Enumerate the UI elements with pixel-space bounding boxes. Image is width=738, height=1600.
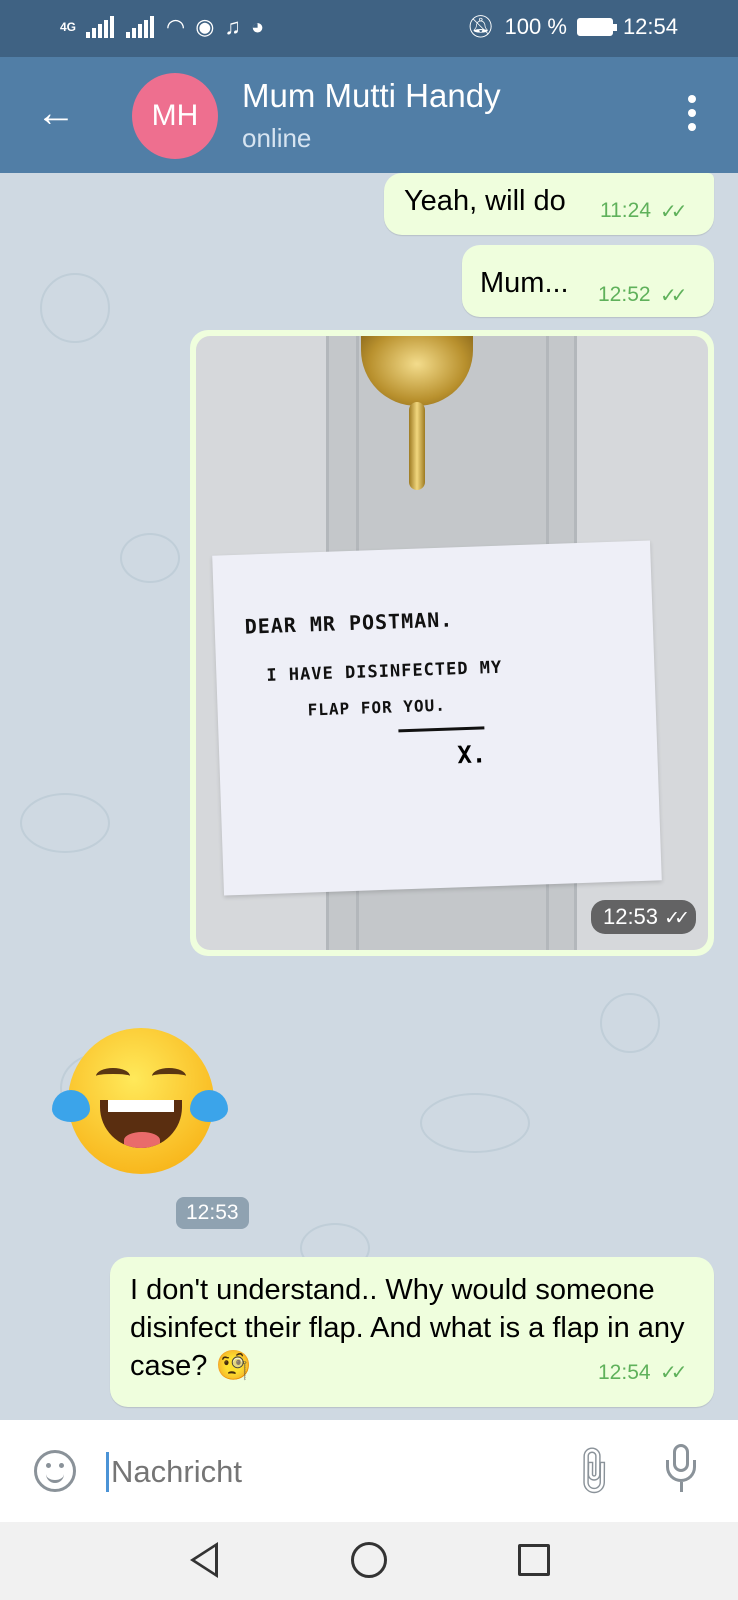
background-doodle xyxy=(600,993,660,1053)
clock: 12:54 xyxy=(622,14,678,39)
message-bubble[interactable]: I don't understand.. Why would someone d… xyxy=(110,1257,714,1407)
photo[interactable]: DEAR MR POSTMAN. I HAVE DISINFECTED MY F… xyxy=(196,336,708,950)
message-time: 11:24 xyxy=(600,199,651,222)
avatar[interactable]: MH xyxy=(132,73,218,159)
background-doodle xyxy=(420,1093,530,1153)
message-time: 12:53 xyxy=(602,904,659,929)
contact-status: online xyxy=(242,123,312,153)
note-underline xyxy=(398,726,485,733)
network-type: 4G xyxy=(60,20,77,34)
photo-message[interactable]: DEAR MR POSTMAN. I HAVE DISINFECTED MY F… xyxy=(190,330,714,956)
nav-home-icon[interactable] xyxy=(351,1542,387,1578)
message-bubble[interactable]: Yeah, will do 11:24 ✓✓ xyxy=(384,173,714,235)
nav-recents-icon[interactable] xyxy=(518,1544,550,1576)
photo-time-badge: 12:53 ✓✓ xyxy=(590,900,696,934)
note-line: FLAP FOR YOU. xyxy=(307,695,447,720)
more-vertical-icon[interactable] xyxy=(688,95,696,137)
emoji-mouth xyxy=(100,1100,182,1148)
message-text: Yeah, will do xyxy=(404,185,566,217)
background-doodle xyxy=(120,533,180,583)
headset-icon: ◠ xyxy=(166,14,186,39)
face-with-tears-of-joy-icon[interactable] xyxy=(52,1028,228,1178)
signal-icon-2 xyxy=(126,16,156,38)
system-navigation-bar xyxy=(0,1522,738,1600)
eye-icon: ◉ xyxy=(195,14,215,39)
message-list[interactable]: Yeah, will do 11:24 ✓✓ Mum... 12:52 ✓✓ D… xyxy=(0,173,738,1420)
composer: 📎︎ xyxy=(0,1420,738,1522)
knocker-handle xyxy=(409,402,425,490)
emoji-tear xyxy=(52,1090,90,1122)
status-bar: 4G ◠ ◉ ♫ ◕ 🔕︎ 100 % 12:54 xyxy=(0,0,738,57)
read-ticks-icon: ✓✓ xyxy=(660,1362,687,1384)
message-bubble[interactable]: Mum... 12:52 ✓✓ xyxy=(462,245,714,317)
mic-icon[interactable] xyxy=(666,1444,696,1492)
message-input[interactable] xyxy=(106,1452,546,1492)
signal-icon xyxy=(86,16,116,38)
nav-back-icon[interactable] xyxy=(190,1542,218,1578)
message-time: 12:52 xyxy=(598,283,651,306)
background-doodle xyxy=(40,273,110,343)
emoji-icon[interactable] xyxy=(34,1450,76,1492)
emoji-eye xyxy=(152,1068,186,1084)
emoji-eye xyxy=(96,1068,130,1084)
contact-name[interactable]: Mum Mutti Handy xyxy=(242,77,501,115)
attach-icon[interactable]: 📎︎ xyxy=(562,1440,624,1502)
read-ticks-icon: ✓✓ xyxy=(660,285,687,307)
read-ticks-icon: ✓✓ xyxy=(660,201,687,223)
message-text: Mum... xyxy=(480,267,569,299)
mute-icon: 🔕︎ xyxy=(466,14,495,39)
emoji-tear xyxy=(190,1090,228,1122)
read-ticks-icon: ✓✓ xyxy=(664,908,690,929)
chat-header: ← MH Mum Mutti Handy online xyxy=(0,57,738,173)
background-doodle xyxy=(20,793,110,853)
back-arrow-icon[interactable]: ← xyxy=(36,93,76,133)
message-time: 12:54 xyxy=(598,1361,651,1384)
battery-icon xyxy=(576,18,617,36)
note-line: I HAVE DISINFECTED MY xyxy=(266,657,503,686)
avatar-initials: MH xyxy=(151,99,199,132)
sync-icon: ◕ xyxy=(250,14,265,39)
status-left-icons: 4G ◠ ◉ ♫ ◕ xyxy=(60,14,264,40)
music-icon: ♫ xyxy=(224,14,241,39)
message-time: 12:53 xyxy=(176,1197,249,1229)
status-right-icons: 🔕︎ 100 % 12:54 xyxy=(467,14,678,40)
handwritten-note: DEAR MR POSTMAN. I HAVE DISINFECTED MY F… xyxy=(212,540,662,896)
note-line: X. xyxy=(456,740,487,770)
note-line: DEAR MR POSTMAN. xyxy=(244,607,454,639)
battery-percent: 100 % xyxy=(504,14,567,39)
